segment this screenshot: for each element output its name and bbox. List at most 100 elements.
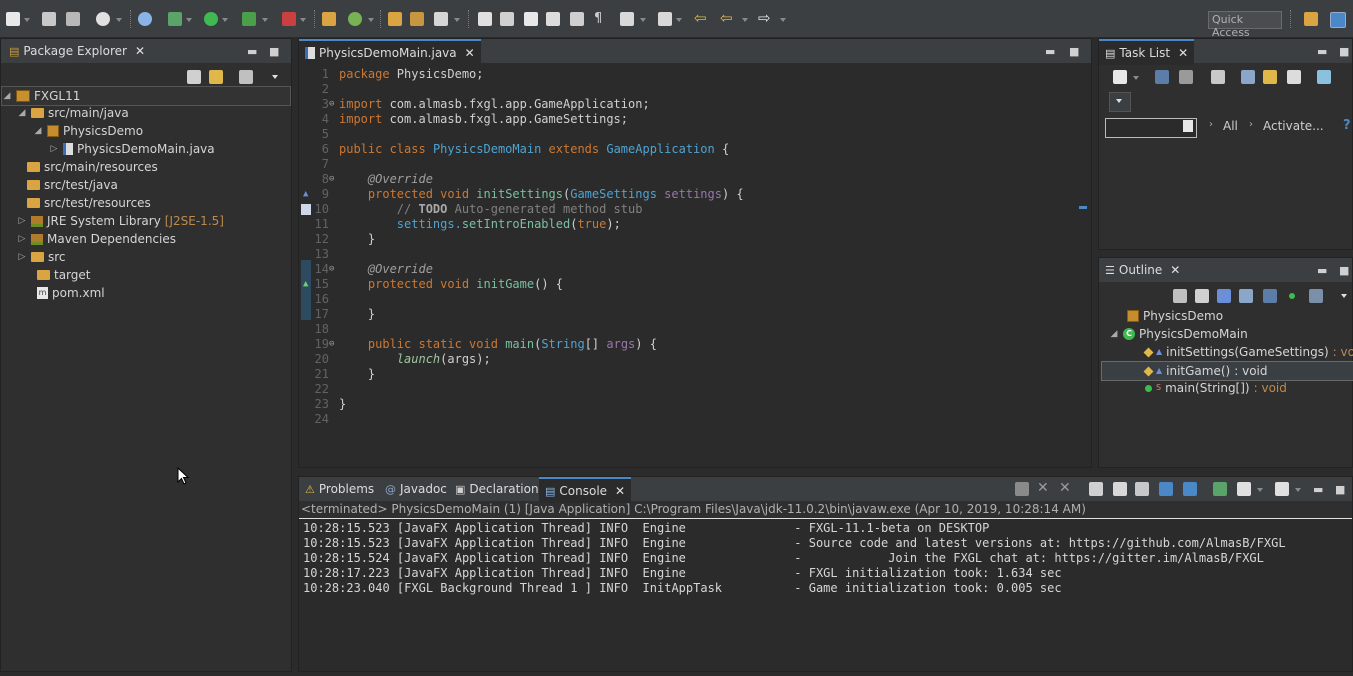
dropdown-arrow-icon[interactable] (780, 18, 786, 22)
select-working-set-icon[interactable] (239, 70, 253, 84)
last-edit-location-icon[interactable]: ⇦ (694, 9, 707, 27)
tree-item-project[interactable]: ◢ FXGL11 (1, 86, 291, 106)
close-icon[interactable]: ✕ (1178, 46, 1188, 60)
collapse-all-icon[interactable] (1287, 70, 1301, 84)
minimize-icon[interactable]: ▬ (1317, 264, 1327, 277)
outline-item-method[interactable]: ▲ initSettings(GameSettings) : void (1143, 343, 1353, 361)
tree-item-src-main-resources[interactable]: src/main/resources (27, 158, 158, 176)
tree-item-maven-dependencies[interactable]: ▷ Maven Dependencies (17, 230, 176, 248)
minimize-icon[interactable]: ▬ (1317, 45, 1327, 58)
tree-item-java-file[interactable]: ▷ PhysicsDemoMain.java (49, 140, 215, 158)
show-on-stdout-icon[interactable] (1159, 482, 1173, 496)
filter-all-link[interactable]: All (1223, 119, 1238, 133)
expand-icon[interactable]: ◢ (2, 87, 12, 105)
terminate-icon[interactable] (1015, 482, 1029, 496)
show-on-stderr-icon[interactable] (1183, 482, 1197, 496)
tree-item-pom[interactable]: m pom.xml (37, 284, 105, 302)
coverage-icon[interactable] (242, 12, 256, 26)
debug-icon[interactable] (168, 12, 182, 26)
tree-item-package[interactable]: ◢ PhysicsDemo (33, 122, 144, 140)
activate-task-link[interactable]: Activate... (1263, 119, 1324, 133)
next-annotation-icon[interactable] (620, 12, 634, 26)
tree-item-src-test-java[interactable]: src/test/java (27, 176, 118, 194)
expand-icon[interactable]: ▷ (17, 248, 27, 266)
hide-static-icon[interactable] (1239, 289, 1253, 303)
outline-item-method-selected[interactable]: ▲ initGame() : void (1101, 361, 1353, 381)
dropdown-arrow-icon[interactable] (1257, 488, 1263, 492)
open-perspective-icon[interactable] (1304, 12, 1318, 26)
profile-icon[interactable] (96, 12, 110, 26)
expand-icon[interactable]: ▷ (49, 140, 59, 158)
external-tools-icon[interactable] (282, 12, 296, 26)
categorized-icon[interactable] (1155, 70, 1169, 84)
dropdown-arrow-icon[interactable] (640, 18, 646, 22)
block-selection-icon[interactable] (524, 12, 538, 26)
open-type-icon[interactable] (388, 12, 402, 26)
dropdown-arrow-icon[interactable] (262, 18, 268, 22)
hide-local-types-icon[interactable] (1289, 293, 1295, 299)
dropdown-arrow-icon[interactable] (454, 18, 460, 22)
tree-item-src-test-resources[interactable]: src/test/resources (27, 194, 151, 212)
scroll-lock-icon[interactable] (1113, 482, 1127, 496)
outline-item-package[interactable]: PhysicsDemo (1127, 307, 1223, 325)
new-class-icon[interactable] (348, 12, 362, 26)
tree-item-src[interactable]: ▷ src (17, 248, 66, 266)
skip-breakpoints-icon[interactable] (138, 12, 152, 26)
close-icon[interactable]: ✕ (615, 484, 625, 498)
save-icon[interactable] (42, 12, 56, 26)
dropdown-arrow-icon[interactable] (24, 18, 30, 22)
tab-package-explorer[interactable]: ▤ Package Explorer ✕ (3, 39, 151, 63)
dropdown-arrow-icon[interactable] (1295, 488, 1301, 492)
view-menu-icon[interactable] (1116, 99, 1122, 103)
tab-physicsdemomain-java[interactable]: PhysicsDemoMain.java ✕ (299, 39, 481, 65)
mark-occurrences-icon[interactable] (500, 12, 514, 26)
maximize-icon[interactable]: ■ (1069, 45, 1079, 58)
search-icon[interactable] (434, 12, 448, 26)
console-output[interactable]: 10:28:15.523 [JavaFX Application Thread]… (299, 519, 1352, 671)
maximize-icon[interactable]: ■ (1335, 483, 1345, 496)
quick-access-input[interactable]: Quick Access (1208, 11, 1282, 39)
maximize-icon[interactable]: ■ (1339, 264, 1349, 277)
tab-outline[interactable]: ☰ Outline ✕ (1099, 258, 1186, 282)
dropdown-arrow-icon[interactable] (1133, 76, 1139, 80)
pilcrow-icon[interactable]: ¶ (594, 11, 602, 26)
tab-declaration[interactable]: ▣ Declaration (449, 477, 545, 501)
expand-icon[interactable]: ◢ (17, 104, 27, 122)
scheduled-icon[interactable] (1179, 70, 1193, 84)
dropdown-arrow-icon[interactable] (742, 18, 748, 22)
forward-icon[interactable]: ⇨ (758, 9, 771, 27)
expand-icon[interactable]: ◢ (33, 122, 43, 140)
previous-annotation-icon[interactable] (658, 12, 672, 26)
open-task-icon[interactable] (410, 12, 424, 26)
hide-non-public-icon[interactable] (1263, 289, 1277, 303)
dropdown-arrow-icon[interactable] (300, 18, 306, 22)
tab-problems[interactable]: ⚠ Problems (299, 477, 380, 501)
back-icon[interactable]: ⇦ (720, 9, 733, 27)
view-menu-icon[interactable] (1341, 294, 1347, 298)
hide-completed-icon[interactable] (1241, 70, 1255, 84)
overview-ruler-marker[interactable] (1079, 206, 1087, 209)
tree-item-jre-library[interactable]: ▷ JRE System Library [J2SE-1.5] (17, 212, 224, 230)
minimize-icon[interactable]: ▬ (1313, 483, 1323, 496)
collapse-all-icon[interactable] (187, 70, 201, 84)
maximize-icon[interactable]: ■ (269, 45, 279, 58)
save-all-icon[interactable] (66, 12, 80, 26)
word-wrap-icon[interactable] (546, 12, 560, 26)
minimize-icon[interactable]: ▬ (247, 45, 257, 58)
hide-fields-icon[interactable] (1217, 289, 1231, 303)
sync-icon[interactable] (1263, 70, 1277, 84)
link-with-editor-icon[interactable] (209, 70, 223, 84)
dropdown-arrow-icon[interactable] (186, 18, 192, 22)
sort-icon[interactable] (1195, 289, 1209, 303)
remove-all-terminated-icon[interactable]: ✕ (1059, 480, 1071, 496)
tab-console[interactable]: ▤ Console ✕ (539, 477, 632, 503)
tab-javadoc[interactable]: @ Javadoc (379, 477, 453, 501)
find-task-input[interactable] (1105, 118, 1197, 138)
open-console-icon[interactable] (1275, 482, 1289, 496)
dropdown-arrow-icon[interactable] (676, 18, 682, 22)
clear-console-icon[interactable] (1089, 482, 1103, 496)
link-with-editor-icon[interactable] (1309, 289, 1323, 303)
outline-item-class[interactable]: ◢ C PhysicsDemoMain (1109, 325, 1248, 343)
help-icon[interactable]: ? (1343, 118, 1351, 133)
remove-launch-icon[interactable]: ✕ (1037, 480, 1049, 496)
